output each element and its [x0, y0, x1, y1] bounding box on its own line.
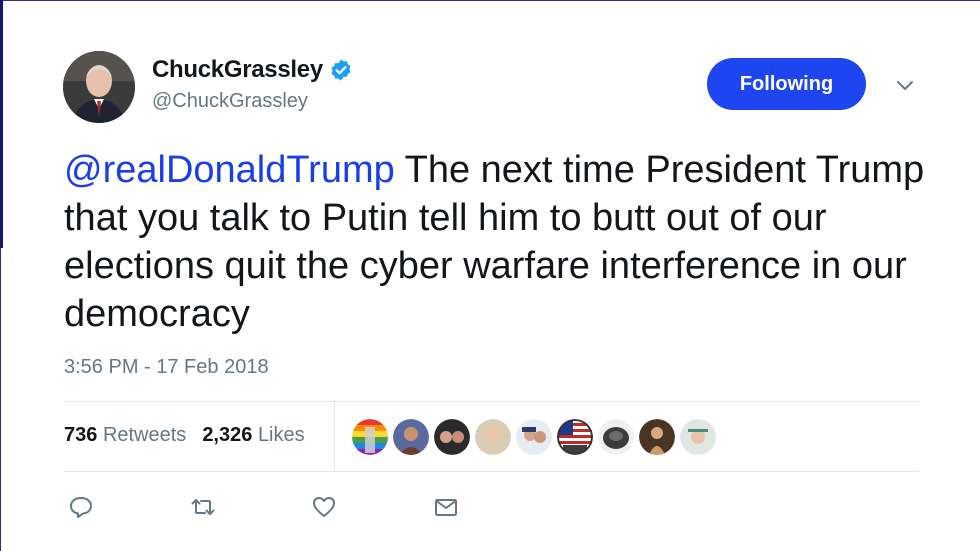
retweets-count: 736 — [64, 424, 98, 446]
divider-top — [64, 401, 919, 402]
liker-avatar-5[interactable] — [516, 419, 552, 455]
tweet-text: @realDonaldTrump The next time President… — [64, 146, 944, 338]
likes-label: Likes — [257, 424, 305, 446]
chevron-down-icon[interactable] — [893, 76, 917, 96]
retweet-button[interactable] — [190, 494, 216, 520]
retweet-icon — [191, 499, 215, 515]
liker-avatar-9[interactable] — [680, 419, 716, 455]
liker-avatar-3[interactable] — [434, 419, 470, 455]
tweet-stats: 736 Retweets 2,326 Likes — [64, 424, 305, 447]
author-name-row[interactable]: ChuckGrassley — [152, 56, 353, 84]
tweet-actions — [0, 494, 980, 524]
direct-message-icon — [435, 499, 457, 516]
liker-avatar-4[interactable] — [475, 419, 511, 455]
divider-bottom — [64, 471, 919, 472]
window-edge — [0, 0, 3, 248]
likes-count: 2,326 — [202, 424, 253, 446]
reply-button[interactable] — [68, 494, 94, 520]
author-avatar[interactable] — [63, 51, 135, 123]
following-button[interactable]: Following — [707, 58, 866, 110]
stats-separator — [334, 402, 335, 471]
like-button[interactable] — [311, 494, 337, 520]
liker-avatar-2[interactable] — [393, 419, 429, 455]
verified-badge-icon — [331, 59, 351, 81]
like-icon — [313, 497, 335, 517]
reply-icon — [70, 497, 92, 518]
liker-avatars — [352, 419, 716, 455]
liker-avatar-7[interactable] — [598, 419, 634, 455]
author-handle[interactable]: @ChuckGrassley — [152, 90, 308, 113]
liker-avatar-rainbow[interactable] — [352, 419, 388, 455]
likes-stat[interactable]: 2,326 Likes — [202, 424, 304, 447]
tweet-timestamp[interactable]: 3:56 PM - 17 Feb 2018 — [64, 356, 269, 379]
direct-message-button[interactable] — [433, 494, 459, 520]
liker-avatar-flag[interactable] — [557, 419, 593, 455]
retweets-stat[interactable]: 736 Retweets — [64, 424, 186, 447]
retweets-label: Retweets — [102, 424, 187, 446]
liker-avatar-8[interactable] — [639, 419, 675, 455]
mention-link[interactable]: @realDonaldTrump — [64, 149, 395, 191]
author-display-name[interactable]: ChuckGrassley — [152, 56, 323, 84]
